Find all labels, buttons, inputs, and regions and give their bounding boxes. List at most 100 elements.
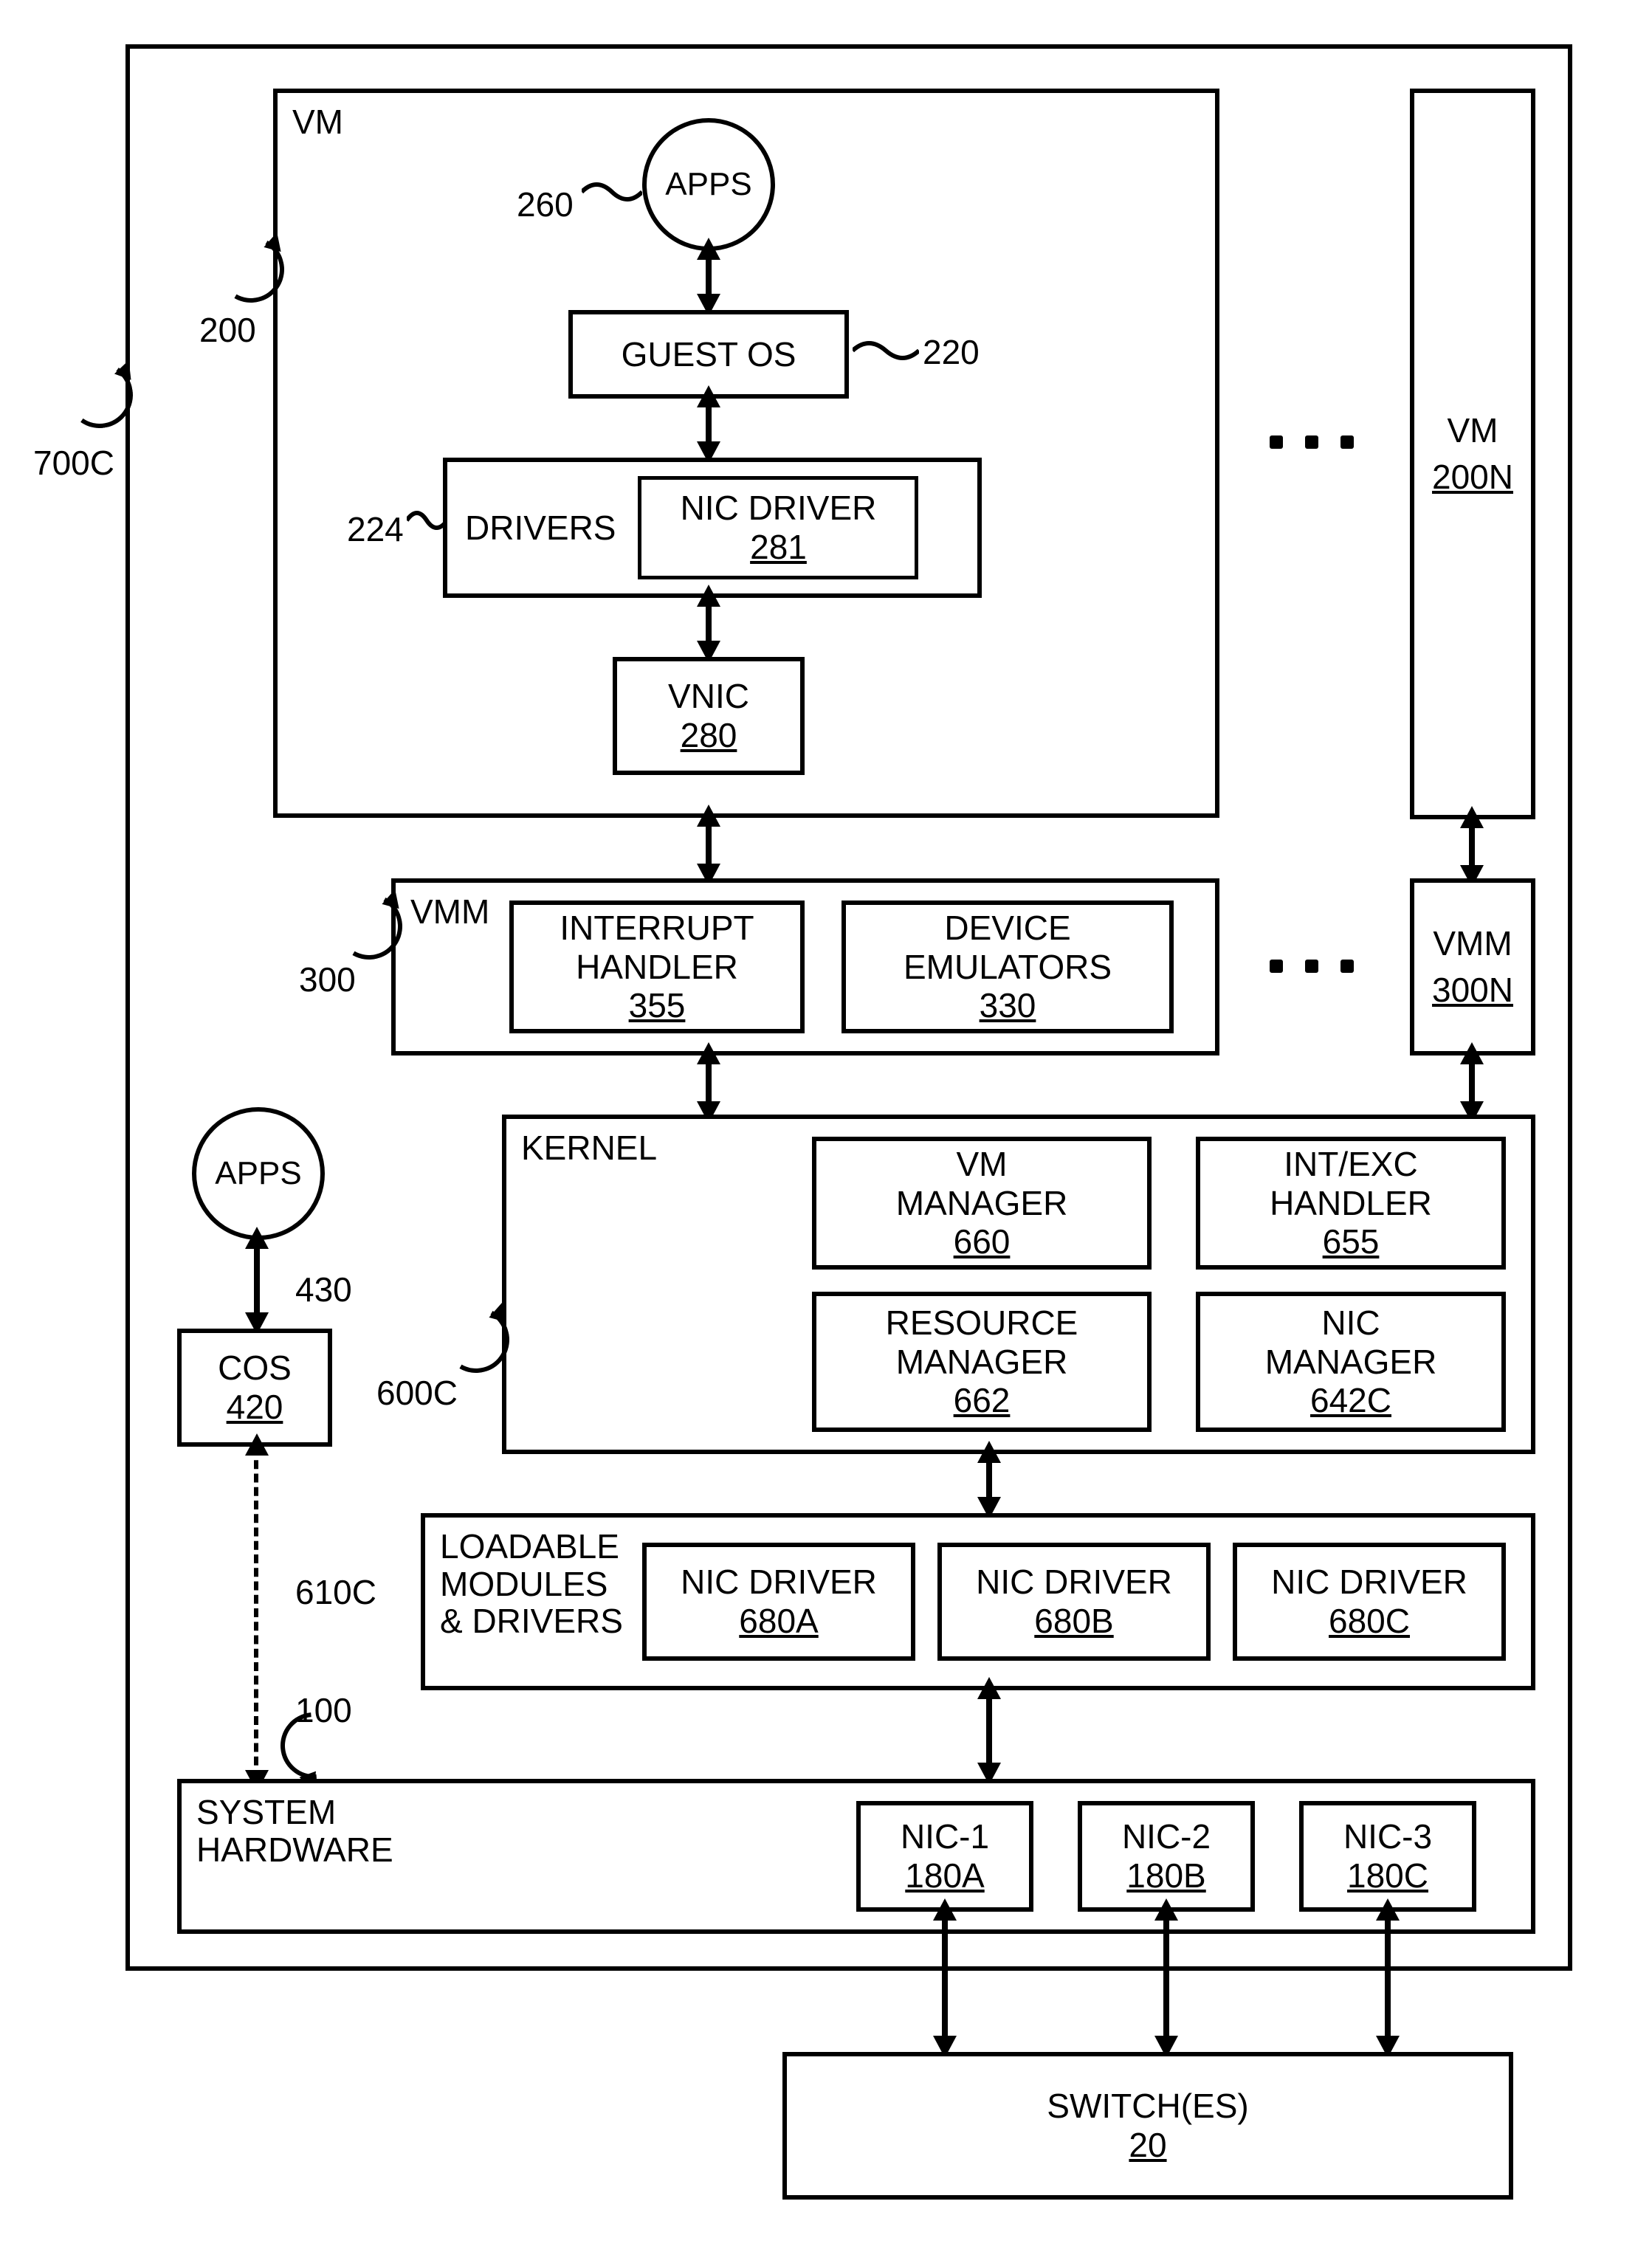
arrow-loadable-hw xyxy=(986,1690,992,1771)
arrow-nic2-switch xyxy=(1163,1912,1169,2045)
loadable-title: LOADABLEMODULES& DRIVERS xyxy=(440,1528,623,1640)
nic3-box: NIC-3 180C xyxy=(1299,1801,1476,1912)
ref-300: 300 xyxy=(299,960,356,999)
vm-manager-num: 660 xyxy=(954,1222,1011,1261)
arrow-head xyxy=(933,1898,957,1921)
vmm-n-box: VMM 300N xyxy=(1410,878,1535,1055)
vmm-title: VMM xyxy=(410,893,489,931)
arrow-head xyxy=(697,1042,720,1064)
nic-manager-num: 642C xyxy=(1310,1381,1391,1420)
arrow-head xyxy=(1154,1898,1178,1921)
interrupt-handler-num: 355 xyxy=(629,986,686,1025)
guest-os-label: GUEST OS xyxy=(622,335,796,374)
vmm-n-title: VMM xyxy=(1433,924,1512,963)
wave-220 xyxy=(853,336,919,365)
resource-manager-num: 662 xyxy=(954,1381,1011,1420)
vm-n-title: VM xyxy=(1448,411,1498,450)
cos-num: 420 xyxy=(227,1388,283,1427)
arrow-head xyxy=(977,1441,1001,1463)
vm-manager-label: VMMANAGER xyxy=(896,1145,1068,1223)
diagram-canvas: 700C VM 200 APPS 260 GUEST OS 220 DRIVER… xyxy=(30,44,1622,2222)
int-exc-label: INT/EXCHANDLER xyxy=(1270,1145,1432,1223)
nic-driver-num: 281 xyxy=(750,528,807,567)
dashed-cos-hw xyxy=(254,1447,258,1779)
arrow-head xyxy=(1460,806,1484,828)
nic-driver-680c: NIC DRIVER 680C xyxy=(1233,1543,1506,1661)
interrupt-handler-box: INTERRUPT HANDLER 355 xyxy=(509,900,805,1033)
arrow-head xyxy=(697,585,720,607)
vnic-label: VNIC xyxy=(668,677,749,716)
cos-apps-circle: APPS xyxy=(192,1107,325,1240)
arrow-head xyxy=(1376,1898,1400,1921)
nic-driver-680b-num: 680B xyxy=(1034,1602,1113,1641)
nic-manager-label: NICMANAGER xyxy=(1265,1304,1437,1382)
ref-260: 260 xyxy=(517,185,574,224)
cos-label: COS xyxy=(218,1349,292,1388)
nic2-box: NIC-2 180B xyxy=(1078,1801,1255,1912)
vm-apps-circle: APPS xyxy=(642,118,775,251)
arrow-apps-cos xyxy=(254,1240,260,1321)
kernel-title: KERNEL xyxy=(521,1129,657,1167)
ref-220: 220 xyxy=(923,332,980,372)
int-exc-box: INT/EXCHANDLER 655 xyxy=(1196,1137,1506,1270)
arrow-nic1-switch xyxy=(942,1912,948,2045)
nic-driver-680b: NIC DRIVER 680B xyxy=(937,1543,1211,1661)
device-emulators-box: DEVICE EMULATORS 330 xyxy=(842,900,1174,1033)
drivers-label: DRIVERS xyxy=(465,509,616,548)
int-exc-num: 655 xyxy=(1323,1222,1380,1261)
vm-n-num: 200N xyxy=(1432,458,1513,497)
resource-manager-box: RESOURCEMANAGER 662 xyxy=(812,1292,1152,1432)
ref-610c: 610C xyxy=(295,1572,376,1612)
arrow-head xyxy=(1460,1042,1484,1064)
nic-driver-680a: NIC DRIVER 680A xyxy=(642,1543,915,1661)
ref-224: 224 xyxy=(347,509,404,549)
hw-title: SYSTEMHARDWARE xyxy=(196,1794,393,1868)
ref-700c: 700C xyxy=(30,443,118,483)
nic-driver-680c-num: 680C xyxy=(1329,1602,1410,1641)
vmm-n-num: 300N xyxy=(1432,971,1513,1010)
vm-apps-label: APPS xyxy=(665,166,751,203)
wave-260 xyxy=(582,177,642,207)
switch-num: 20 xyxy=(1129,2126,1166,2165)
arrow-nic3-switch xyxy=(1385,1912,1391,2045)
ref-600c: 600C xyxy=(376,1373,458,1413)
arrow-head xyxy=(977,1677,1001,1699)
resource-manager-label: RESOURCEMANAGER xyxy=(886,1304,1078,1382)
arrow-head xyxy=(697,385,720,407)
nic3-label: NIC-3 xyxy=(1343,1817,1432,1856)
arrow-head xyxy=(245,1433,269,1456)
switch-label: SWITCH(ES) xyxy=(1047,2087,1248,2126)
vnic-num: 280 xyxy=(681,716,737,755)
cos-apps-label: APPS xyxy=(215,1155,301,1192)
vm-title: VM xyxy=(292,103,343,141)
arrow-head xyxy=(697,805,720,827)
nic-driver-680c-label: NIC DRIVER xyxy=(1271,1563,1467,1602)
ref-430: 430 xyxy=(295,1270,352,1309)
nic1-box: NIC-1 180A xyxy=(856,1801,1033,1912)
nic-driver-680b-label: NIC DRIVER xyxy=(976,1563,1172,1602)
nic-driver-680a-label: NIC DRIVER xyxy=(681,1563,877,1602)
drivers-box: DRIVERS NIC DRIVER 281 xyxy=(443,458,982,598)
switch-box: SWITCH(ES) 20 xyxy=(782,2052,1513,2200)
vm-manager-box: VMMANAGER 660 xyxy=(812,1137,1152,1270)
vnic-box: VNIC 280 xyxy=(613,657,805,775)
nic-driver-label: NIC DRIVER xyxy=(681,489,877,528)
nic1-num: 180A xyxy=(905,1856,984,1895)
ref-200: 200 xyxy=(199,310,256,350)
vm-n-box: VM 200N xyxy=(1410,89,1535,819)
arrow-head xyxy=(697,238,720,260)
cos-box: COS 420 xyxy=(177,1329,332,1447)
interrupt-handler-label: INTERRUPT HANDLER xyxy=(514,909,800,987)
ellipsis-vmm xyxy=(1270,960,1354,973)
nic1-label: NIC-1 xyxy=(901,1817,989,1856)
nic3-num: 180C xyxy=(1347,1856,1428,1895)
device-emulators-num: 330 xyxy=(980,986,1036,1025)
wave-224 xyxy=(407,506,447,535)
nic-driver-680a-num: 680A xyxy=(739,1602,818,1641)
nic-driver-box: NIC DRIVER 281 xyxy=(638,476,918,579)
ellipsis-vm xyxy=(1270,435,1354,449)
arrow-head xyxy=(245,1227,269,1249)
nic2-num: 180B xyxy=(1126,1856,1205,1895)
device-emulators-label: DEVICE EMULATORS xyxy=(846,909,1169,987)
nic2-label: NIC-2 xyxy=(1122,1817,1211,1856)
